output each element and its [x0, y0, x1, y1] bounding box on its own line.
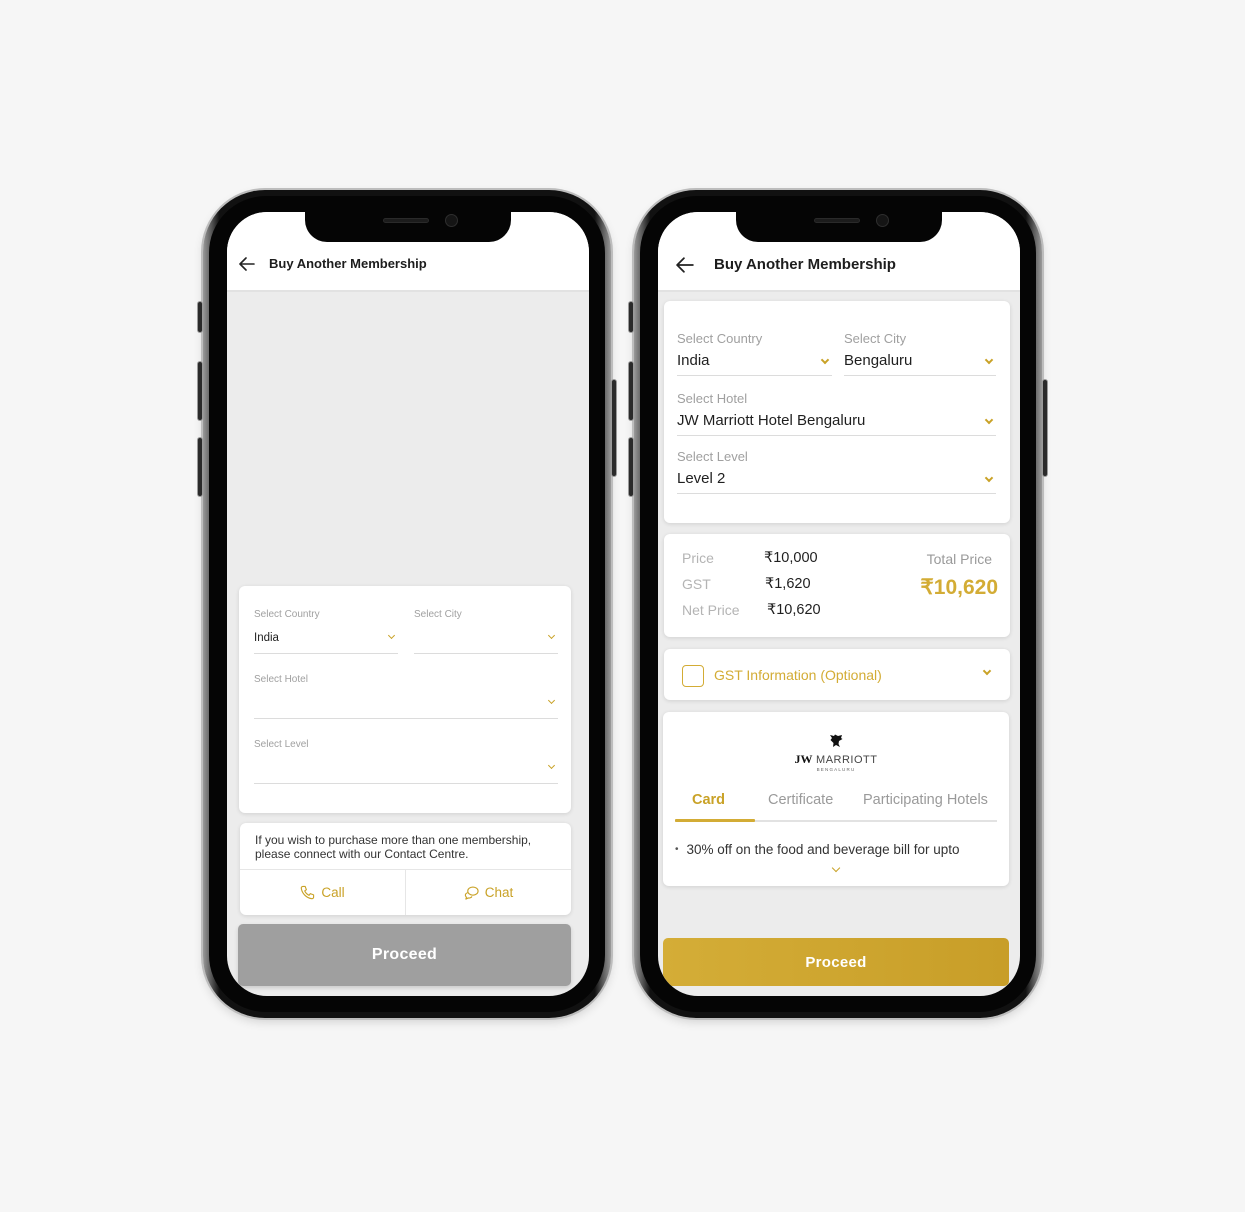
power-button	[1043, 380, 1047, 476]
jw-marriott-logo-icon	[830, 734, 843, 747]
level-value: Level 2	[677, 470, 726, 487]
contact-actions: Call Chat	[240, 869, 571, 915]
notch	[736, 212, 942, 242]
chevron-down-icon	[820, 355, 830, 365]
chevron-down-icon	[984, 473, 994, 483]
volume-up-button	[629, 362, 633, 420]
proceed-button[interactable]: Proceed	[663, 938, 1009, 986]
mute-switch	[629, 302, 633, 332]
chevron-down-icon	[984, 415, 994, 425]
volume-up-button	[198, 362, 202, 420]
city-label: Select City	[844, 331, 907, 346]
field-underline	[677, 435, 996, 436]
notch	[305, 212, 511, 242]
phone-icon	[301, 885, 315, 900]
country-label: Select Country	[677, 331, 763, 346]
contact-message: If you wish to purchase more than one me…	[255, 833, 532, 861]
field-underline	[254, 783, 558, 784]
country-label: Select Country	[254, 609, 320, 620]
field-underline	[844, 375, 996, 376]
speaker	[814, 218, 860, 223]
field-underline	[677, 375, 832, 376]
chevron-down-icon	[547, 631, 556, 640]
chevron-down-icon	[547, 761, 556, 770]
level-select[interactable]: Select Level	[254, 739, 558, 785]
membership-form-card: Select Country India Select City Bengalu…	[664, 301, 1010, 523]
front-camera	[445, 214, 458, 227]
chat-bubbles-icon	[464, 886, 479, 900]
gst-label: GST	[682, 576, 711, 592]
power-button	[612, 380, 616, 476]
city-select[interactable]: Select City Bengaluru	[844, 331, 996, 377]
chevron-down-icon	[547, 696, 556, 705]
hotel-select[interactable]: Select Hotel	[254, 674, 558, 720]
contact-centre-card: If you wish to purchase more than one me…	[240, 823, 571, 915]
mute-switch	[198, 302, 202, 332]
chevron-down-icon	[387, 631, 396, 640]
level-label: Select Level	[254, 739, 309, 750]
gst-value: ₹1,620	[765, 576, 811, 592]
call-button[interactable]: Call	[240, 870, 405, 915]
membership-form-card: Select Country India Select City Select …	[239, 586, 571, 813]
net-price-label: Net Price	[682, 602, 740, 618]
call-label: Call	[321, 885, 345, 900]
tab-certificate[interactable]: Certificate	[768, 792, 833, 808]
country-select[interactable]: Select Country India	[254, 609, 398, 655]
city-label: Select City	[414, 609, 462, 620]
chat-label: Chat	[484, 885, 514, 900]
chat-button[interactable]: Chat	[405, 870, 571, 915]
hotel-select[interactable]: Select Hotel JW Marriott Hotel Bengaluru	[677, 391, 996, 437]
logo-brand: JW	[794, 752, 813, 766]
total-price-value: ₹10,620	[920, 576, 998, 599]
field-underline	[254, 653, 398, 654]
tab-card[interactable]: Card	[692, 792, 725, 808]
volume-down-button	[629, 438, 633, 496]
tab-participating-hotels[interactable]: Participating Hotels	[863, 792, 988, 808]
expand-chevron-icon[interactable]	[831, 863, 841, 873]
page-title: Buy Another Membership	[269, 256, 427, 271]
level-label: Select Level	[677, 449, 748, 464]
arrow-left-icon[interactable]	[239, 257, 255, 271]
logo-name: MARRIOTT	[816, 754, 878, 766]
page-title: Buy Another Membership	[714, 256, 896, 273]
arrow-left-icon[interactable]	[676, 257, 694, 273]
logo-location: BENGALURU	[816, 767, 856, 772]
country-value: India	[677, 352, 710, 369]
left-phone-screen: Buy Another Membership Select Country In…	[227, 212, 589, 996]
proceed-button[interactable]: Proceed	[238, 924, 571, 986]
benefit-item: 30% off on the food and beverage bill fo…	[675, 842, 960, 857]
chevron-down-icon	[982, 666, 992, 676]
net-price-value: ₹10,620	[767, 602, 821, 618]
country-select[interactable]: Select Country India	[677, 331, 832, 377]
gst-information-toggle[interactable]: GST Information (Optional)	[664, 649, 1010, 700]
hotel-membership-card: JW MARRIOTT BENGALURU Card Certificate P…	[663, 712, 1009, 886]
city-value: Bengaluru	[844, 352, 913, 369]
total-price-label: Total Price	[926, 551, 992, 567]
left-phone-frame: Buy Another Membership Select Country In…	[198, 190, 616, 1018]
hotel-value: JW Marriott Hotel Bengaluru	[677, 412, 866, 429]
speaker	[383, 218, 429, 223]
level-select[interactable]: Select Level Level 2	[677, 449, 996, 495]
pricing-card: Price ₹10,000 GST ₹1,620 Net Price ₹10,6…	[664, 534, 1010, 637]
field-underline	[677, 493, 996, 494]
field-underline	[254, 718, 558, 719]
price-value: ₹10,000	[764, 550, 818, 566]
gst-information-label: GST Information (Optional)	[714, 667, 882, 683]
hotel-logo-text: JW MARRIOTT	[663, 752, 1009, 767]
active-tab-indicator	[675, 819, 755, 822]
volume-down-button	[198, 438, 202, 496]
membership-tabs: Card Certificate Participating Hotels	[675, 792, 997, 822]
country-value: India	[254, 632, 279, 644]
gst-checkbox[interactable]	[682, 665, 704, 687]
city-select[interactable]: Select City	[414, 609, 558, 655]
hotel-label: Select Hotel	[254, 674, 308, 685]
field-underline	[414, 653, 558, 654]
front-camera	[876, 214, 889, 227]
hotel-label: Select Hotel	[677, 391, 748, 406]
right-phone-frame: Buy Another Membership Select Country In…	[629, 190, 1047, 1018]
right-phone-screen: Buy Another Membership Select Country In…	[658, 212, 1020, 996]
chevron-down-icon	[984, 355, 994, 365]
price-label: Price	[682, 550, 714, 566]
